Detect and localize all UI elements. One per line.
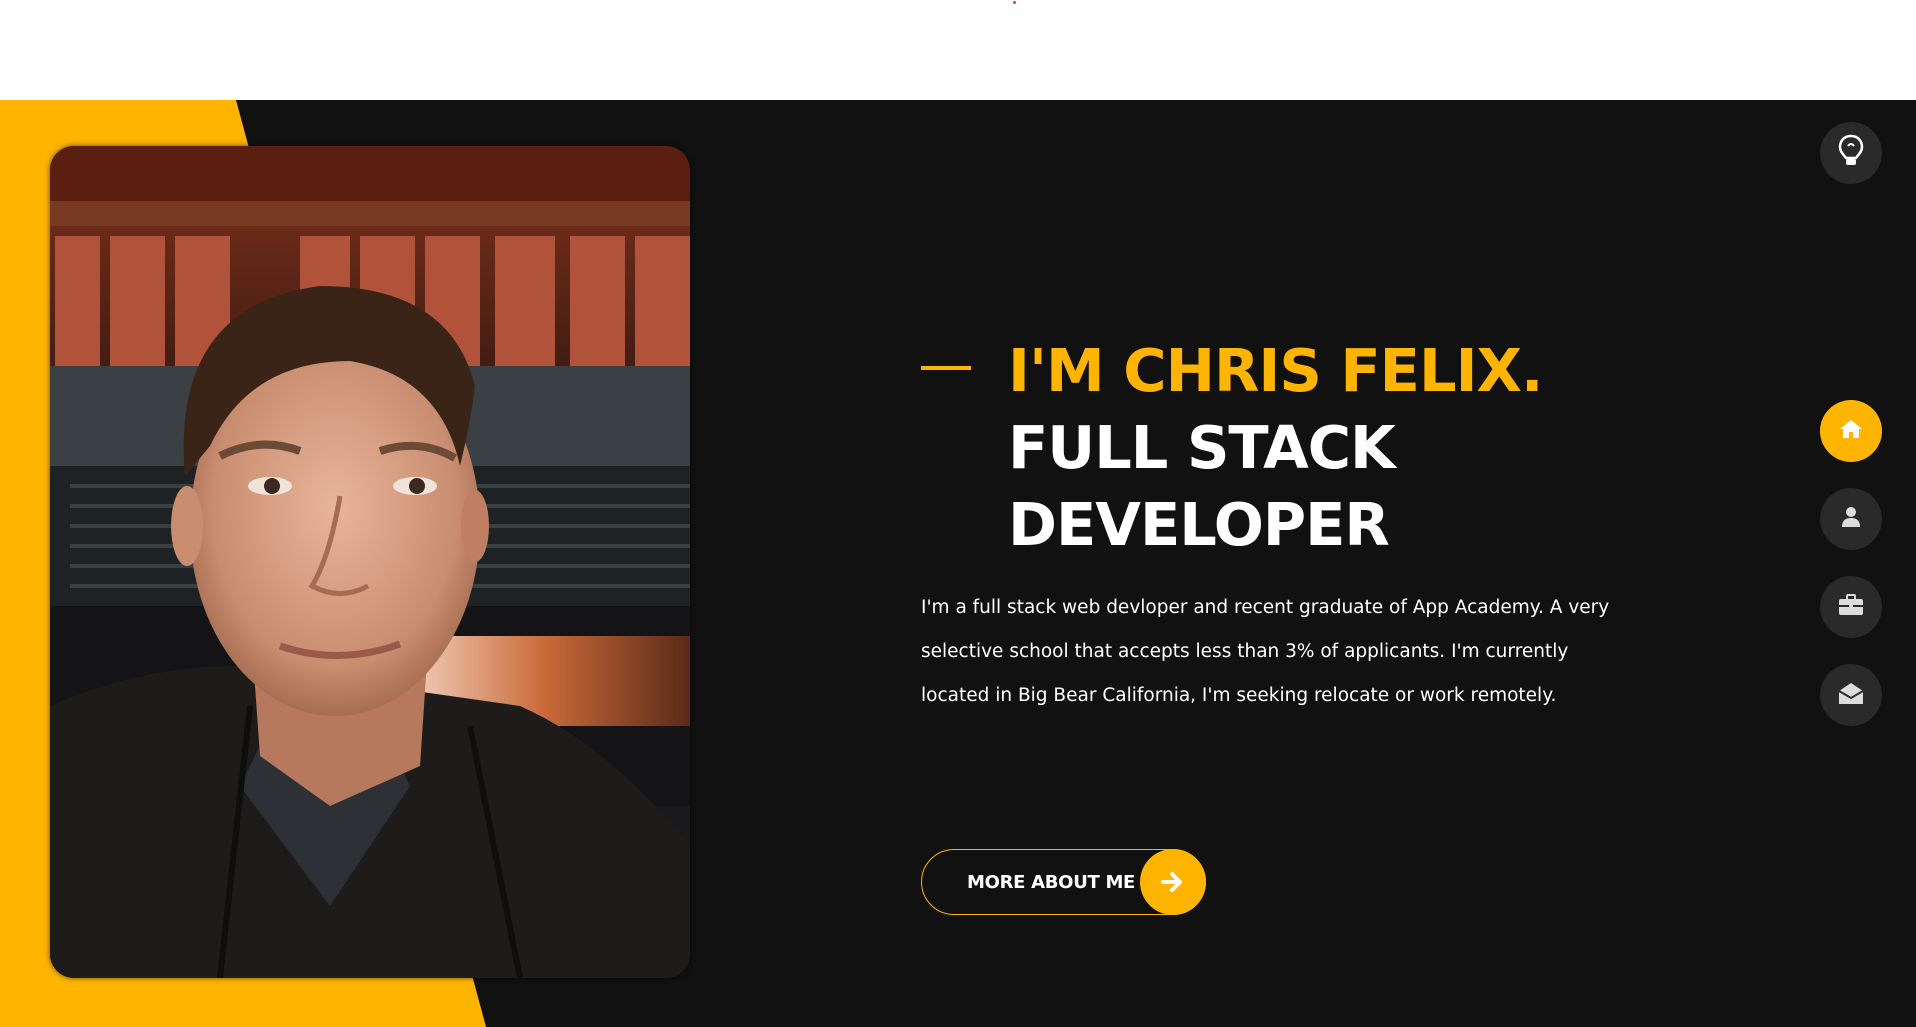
hero-section: I'M CHRIS FELIX. FULL STACK DEVELOPER I'… [0,100,1916,1027]
profile-photo [50,146,690,978]
hero-name: I'M CHRIS FELIX. [1008,336,1543,405]
nav-contact-button[interactable] [1820,664,1882,726]
more-about-me-button[interactable]: MORE ABOUT ME [921,849,1206,915]
briefcase-icon [1838,594,1864,620]
envelope-open-icon [1838,681,1864,709]
title-accent-line [921,366,971,370]
preloader-dot [1013,1,1016,4]
user-icon [1841,506,1861,532]
nav-about-button[interactable] [1820,488,1882,550]
theme-toggle-button[interactable] [1820,122,1882,184]
hero-bio: I'm a full stack web devloper and recent… [921,597,1610,706]
home-icon [1839,419,1863,443]
lightbulb-icon [1838,134,1864,172]
more-about-me-label: MORE ABOUT ME [967,872,1136,893]
hero-title: I'M CHRIS FELIX. FULL STACK DEVELOPER [1008,332,1543,563]
nav-portfolio-button[interactable] [1820,576,1882,638]
arrow-right-icon [1140,849,1206,915]
nav-home-button[interactable] [1820,400,1882,462]
portrait-image [50,146,690,978]
top-strip [0,0,1916,100]
hero-role: FULL STACK DEVELOPER [1008,413,1396,559]
